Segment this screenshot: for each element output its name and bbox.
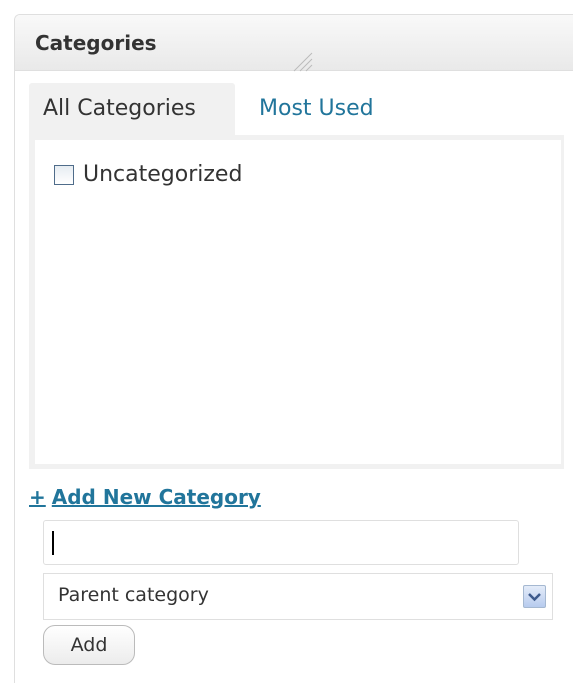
parent-category-selected: Parent category bbox=[58, 584, 209, 606]
add-new-category-label: Add New Category bbox=[51, 485, 261, 509]
dropdown-button[interactable] bbox=[523, 585, 546, 608]
chevron-down-icon bbox=[528, 593, 541, 602]
text-caret bbox=[52, 531, 54, 555]
categories-panel-frame: Uncategorized bbox=[29, 135, 564, 469]
category-checkbox[interactable] bbox=[54, 164, 74, 185]
add-category-button[interactable]: Add bbox=[43, 625, 135, 665]
new-category-input[interactable] bbox=[43, 520, 519, 565]
parent-category-select[interactable]: Parent category bbox=[43, 573, 553, 620]
postbox-title: Categories bbox=[35, 31, 157, 55]
categories-postbox: Categories All Categories Most Used Unca… bbox=[14, 14, 573, 683]
category-label: Uncategorized bbox=[83, 162, 243, 187]
plus-icon: + bbox=[29, 485, 46, 509]
postbox-header[interactable]: Categories bbox=[15, 15, 573, 72]
categories-checklist[interactable]: Uncategorized bbox=[35, 140, 561, 464]
resize-grip-icon bbox=[293, 52, 313, 72]
tab-most-used[interactable]: Most Used bbox=[259, 83, 409, 137]
tab-all-categories[interactable]: All Categories bbox=[29, 83, 235, 137]
category-item-uncategorized[interactable]: Uncategorized bbox=[54, 162, 242, 187]
add-new-category-link[interactable]: + Add New Category bbox=[29, 485, 261, 509]
page: Categories All Categories Most Used Unca… bbox=[0, 0, 573, 683]
